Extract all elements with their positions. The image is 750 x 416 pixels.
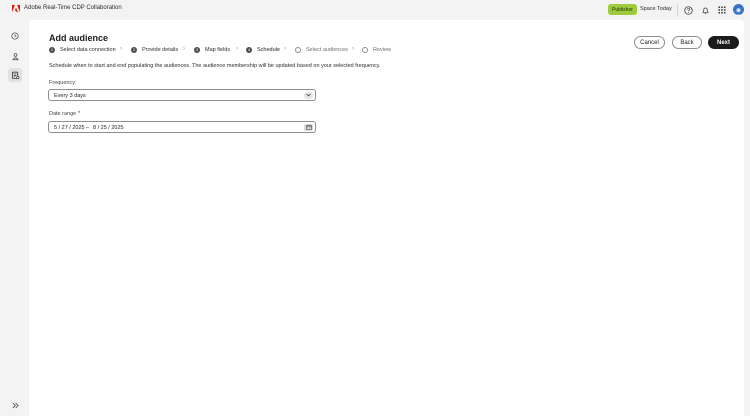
step-provide-details[interactable]: 2 Provide details bbox=[131, 46, 178, 53]
divider bbox=[677, 4, 678, 16]
chevron-right-icon: › bbox=[284, 46, 286, 52]
audience-icon[interactable] bbox=[8, 68, 22, 82]
chevron-right-icon: › bbox=[120, 46, 122, 52]
chevron-right-icon: › bbox=[352, 46, 354, 52]
step-schedule[interactable]: 4 Schedule bbox=[246, 46, 280, 53]
clock-icon[interactable] bbox=[8, 29, 22, 43]
step-review[interactable]: Review bbox=[362, 46, 391, 53]
step-number: 4 bbox=[246, 46, 252, 53]
adobe-logo-icon[interactable] bbox=[12, 5, 20, 13]
date-range-separator: – bbox=[86, 124, 90, 131]
frequency-label: Frequency: bbox=[49, 80, 77, 86]
schedule-description: Schedule when to start and end populatin… bbox=[49, 63, 381, 69]
next-button[interactable]: Next bbox=[708, 36, 739, 49]
help-icon[interactable] bbox=[682, 4, 694, 16]
step-label: Provide details bbox=[142, 46, 179, 53]
date-range-label-text: Date range bbox=[49, 111, 77, 117]
step-label: Select audiences bbox=[306, 46, 348, 53]
double-chevron-right-icon[interactable] bbox=[8, 398, 22, 412]
step-map-fields[interactable]: 3 Map fields bbox=[194, 46, 230, 53]
app-grid-icon[interactable] bbox=[716, 4, 728, 16]
role-badge: Publisher bbox=[608, 4, 637, 15]
left-rail bbox=[0, 20, 29, 416]
frequency-select[interactable]: Every 3 days bbox=[48, 89, 316, 101]
step-label: Select data connection bbox=[60, 46, 116, 53]
back-button[interactable]: Back bbox=[672, 36, 702, 49]
chevron-down-icon[interactable] bbox=[304, 91, 313, 99]
step-number: 2 bbox=[131, 46, 137, 53]
date-range-field[interactable]: 5 / 27 / 2025 – 8 / 25 / 2025 bbox=[48, 121, 316, 133]
bell-icon[interactable] bbox=[699, 4, 711, 16]
calendar-icon[interactable] bbox=[304, 123, 313, 131]
org-switcher[interactable]: Space Today bbox=[640, 6, 672, 12]
avatar[interactable] bbox=[733, 4, 744, 15]
start-date-input[interactable]: 5 / 27 / 2025 bbox=[54, 125, 85, 131]
step-label: Map fields bbox=[205, 46, 231, 53]
step-select-audiences[interactable]: Select audiences bbox=[295, 46, 348, 53]
app-title[interactable]: Adobe Real-Time CDP Collaboration bbox=[24, 5, 122, 11]
step-select-data-connection[interactable]: 1 Select data connection bbox=[49, 46, 116, 53]
step-number: 3 bbox=[194, 46, 200, 53]
required-mark: * bbox=[77, 111, 81, 117]
people-icon[interactable] bbox=[8, 49, 22, 63]
step-number bbox=[362, 46, 368, 53]
step-label: Schedule bbox=[257, 46, 280, 53]
page-title: Add audience bbox=[49, 33, 109, 43]
step-number: 1 bbox=[49, 46, 55, 53]
chevron-right-icon: › bbox=[236, 46, 238, 52]
top-bar: Adobe Real-Time CDP Collaboration Publis… bbox=[0, 0, 750, 20]
chevron-right-icon: › bbox=[183, 46, 185, 52]
main-panel bbox=[29, 20, 744, 416]
step-label: Review bbox=[373, 46, 392, 53]
step-number bbox=[295, 46, 301, 53]
frequency-value: Every 3 days bbox=[54, 92, 86, 99]
date-range-label: Date range * bbox=[49, 111, 80, 117]
end-date-input[interactable]: 8 / 25 / 2025 bbox=[93, 125, 124, 131]
cancel-button[interactable]: Cancel bbox=[634, 36, 665, 49]
